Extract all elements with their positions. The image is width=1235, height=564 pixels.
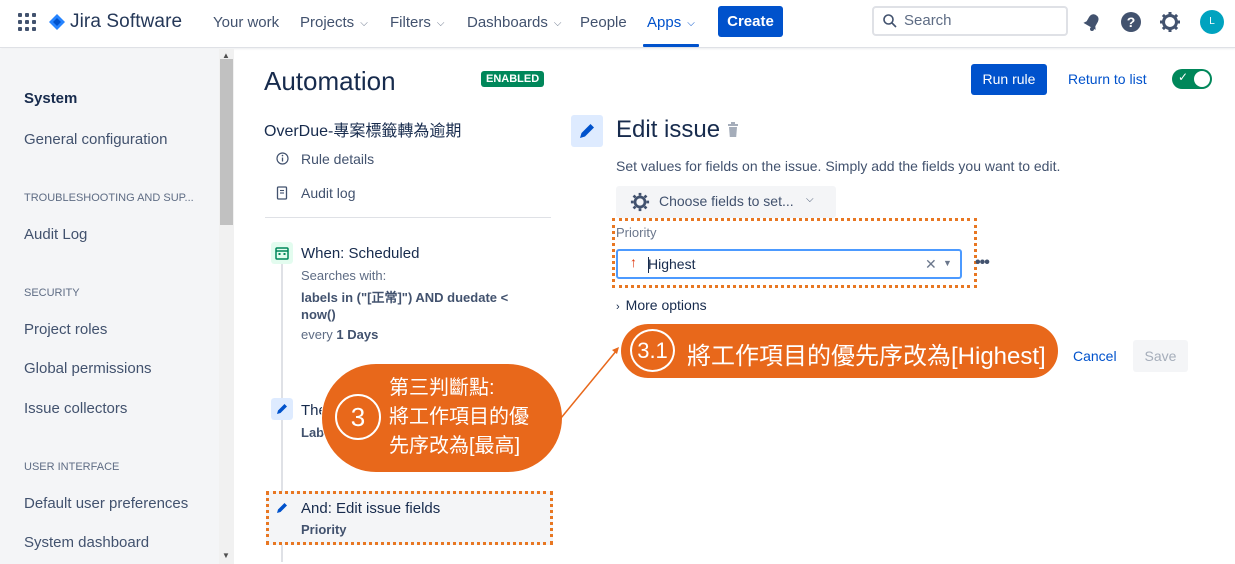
priority-select[interactable]: ↑ Highest ✕ ▼ bbox=[616, 249, 962, 279]
search-placeholder: Search bbox=[904, 12, 952, 29]
notifications-icon[interactable] bbox=[1081, 11, 1103, 33]
dropdown-arrow-icon[interactable]: ▼ bbox=[943, 258, 952, 268]
rule-details-link[interactable]: Rule details bbox=[301, 151, 374, 167]
chevron-down-icon: ⌵ bbox=[360, 18, 368, 29]
edit-pencil-icon bbox=[271, 398, 293, 420]
sidebar-item-system[interactable]: System bbox=[24, 90, 77, 107]
app-switcher-icon[interactable] bbox=[18, 13, 36, 31]
priority-highest-icon: ↑ bbox=[630, 254, 637, 270]
check-icon: ✓ bbox=[1178, 70, 1189, 84]
sidebar-heading-user-interface: USER INTERFACE bbox=[24, 461, 120, 473]
edit-pencil-icon bbox=[571, 115, 603, 147]
more-actions-icon[interactable]: ••• bbox=[975, 254, 990, 272]
info-icon bbox=[276, 152, 289, 165]
cancel-button[interactable]: Cancel bbox=[1073, 348, 1117, 364]
edit-fields-step-sub: Priority bbox=[301, 522, 347, 537]
nav-your-work[interactable]: Your work bbox=[213, 14, 279, 31]
clear-icon[interactable]: ✕ bbox=[925, 256, 937, 273]
gear-icon bbox=[630, 192, 650, 212]
nav-people[interactable]: People bbox=[580, 14, 627, 31]
top-navigation: Jira Software Your work Projects ⌵ Filter… bbox=[0, 0, 1235, 48]
action-step-sub: Lab bbox=[301, 425, 325, 440]
sidebar-item-general-configuration[interactable]: General configuration bbox=[24, 131, 167, 148]
chevron-right-icon: › bbox=[616, 301, 620, 313]
edit-pencil-icon bbox=[277, 503, 287, 513]
trigger-schedule: every 1 Days bbox=[301, 327, 379, 342]
app-name[interactable]: Jira Software bbox=[70, 11, 182, 33]
chevron-down-icon: ⌵ bbox=[436, 18, 445, 29]
sidebar-item-issue-collectors[interactable]: Issue collectors bbox=[24, 400, 127, 417]
search-input[interactable]: Search bbox=[872, 6, 1068, 36]
trash-icon[interactable] bbox=[727, 122, 739, 138]
trigger-jql-line1: labels in ("[正常]") AND duedate < bbox=[301, 290, 509, 305]
annotation-text-3: 第三判斷點: 將工作項目的優 先序改為[最高] bbox=[389, 377, 529, 457]
page-title: Automation bbox=[264, 66, 396, 96]
jira-logo-icon bbox=[49, 14, 65, 30]
nav-projects[interactable]: Projects ⌵ bbox=[300, 14, 368, 31]
trigger-jql-line2: now() bbox=[301, 307, 336, 322]
return-to-list-link[interactable]: Return to list bbox=[1068, 71, 1147, 87]
run-rule-button[interactable]: Run rule bbox=[971, 64, 1047, 95]
rule-enabled-toggle[interactable]: ✓ bbox=[1172, 69, 1212, 89]
active-nav-indicator bbox=[643, 44, 699, 47]
sidebar-item-project-roles[interactable]: Project roles bbox=[24, 321, 107, 338]
document-icon bbox=[276, 186, 288, 200]
nav-filters[interactable]: Filters ⌵ bbox=[390, 14, 444, 31]
edit-fields-step-title[interactable]: And: Edit issue fields bbox=[301, 500, 440, 517]
help-icon[interactable]: ? bbox=[1120, 11, 1142, 33]
sidebar-item-default-user-preferences[interactable]: Default user preferences bbox=[24, 495, 188, 512]
chevron-down-icon: ⌵ bbox=[687, 18, 695, 29]
editor-title: Edit issue bbox=[616, 116, 721, 143]
svg-text:?: ? bbox=[1127, 14, 1136, 30]
status-badge: ENABLED bbox=[481, 71, 545, 87]
sidebar-heading-security: SECURITY bbox=[24, 287, 80, 299]
sidebar-item-audit-log[interactable]: Audit Log bbox=[24, 226, 87, 243]
annotation-number-3-1: 3.1 bbox=[630, 329, 675, 372]
toggle-knob bbox=[1194, 71, 1210, 87]
nav-apps[interactable]: Apps ⌵ bbox=[647, 14, 695, 31]
more-options-toggle[interactable]: › More options bbox=[616, 297, 707, 313]
sidebar: System General configuration TROUBLESHOO… bbox=[0, 49, 234, 564]
audit-log-link[interactable]: Audit log bbox=[301, 185, 355, 201]
calendar-icon bbox=[271, 242, 293, 264]
scroll-up-arrow-icon[interactable]: ▲ bbox=[222, 51, 230, 60]
create-button[interactable]: Create bbox=[718, 6, 783, 37]
annotation-number-3: 3 bbox=[335, 394, 381, 440]
sidebar-heading-troubleshooting: TROUBLESHOOTING AND SUP... bbox=[24, 192, 194, 204]
search-icon bbox=[883, 14, 897, 28]
trigger-step-title[interactable]: When: Scheduled bbox=[301, 245, 419, 262]
chevron-down-icon: ⌵ bbox=[806, 194, 814, 205]
priority-label: Priority bbox=[616, 225, 657, 240]
trigger-searches-with: Searches with: bbox=[301, 268, 387, 283]
editor-description: Set values for fields on the issue. Simp… bbox=[616, 158, 1061, 174]
nav-dashboards[interactable]: Dashboards ⌵ bbox=[467, 14, 561, 31]
save-button[interactable]: Save bbox=[1133, 340, 1188, 372]
sidebar-scrollbar-thumb[interactable] bbox=[220, 59, 233, 225]
rule-name: OverDue-專案標籤轉為逾期 bbox=[264, 123, 462, 140]
sidebar-item-global-permissions[interactable]: Global permissions bbox=[24, 360, 152, 377]
avatar[interactable]: L bbox=[1200, 10, 1224, 34]
scroll-down-arrow-icon[interactable]: ▼ bbox=[222, 551, 230, 560]
priority-value: Highest bbox=[648, 256, 696, 272]
annotation-text-3-1: 將工作項目的優先序改為[Highest] bbox=[687, 343, 1046, 370]
choose-fields-button[interactable]: Choose fields to set... ⌵ bbox=[616, 186, 836, 218]
sidebar-item-system-dashboard[interactable]: System dashboard bbox=[24, 534, 149, 551]
choose-fields-label: Choose fields to set... bbox=[659, 193, 794, 209]
divider bbox=[265, 217, 551, 218]
settings-icon[interactable] bbox=[1159, 11, 1181, 33]
chevron-down-icon: ⌵ bbox=[553, 18, 562, 29]
